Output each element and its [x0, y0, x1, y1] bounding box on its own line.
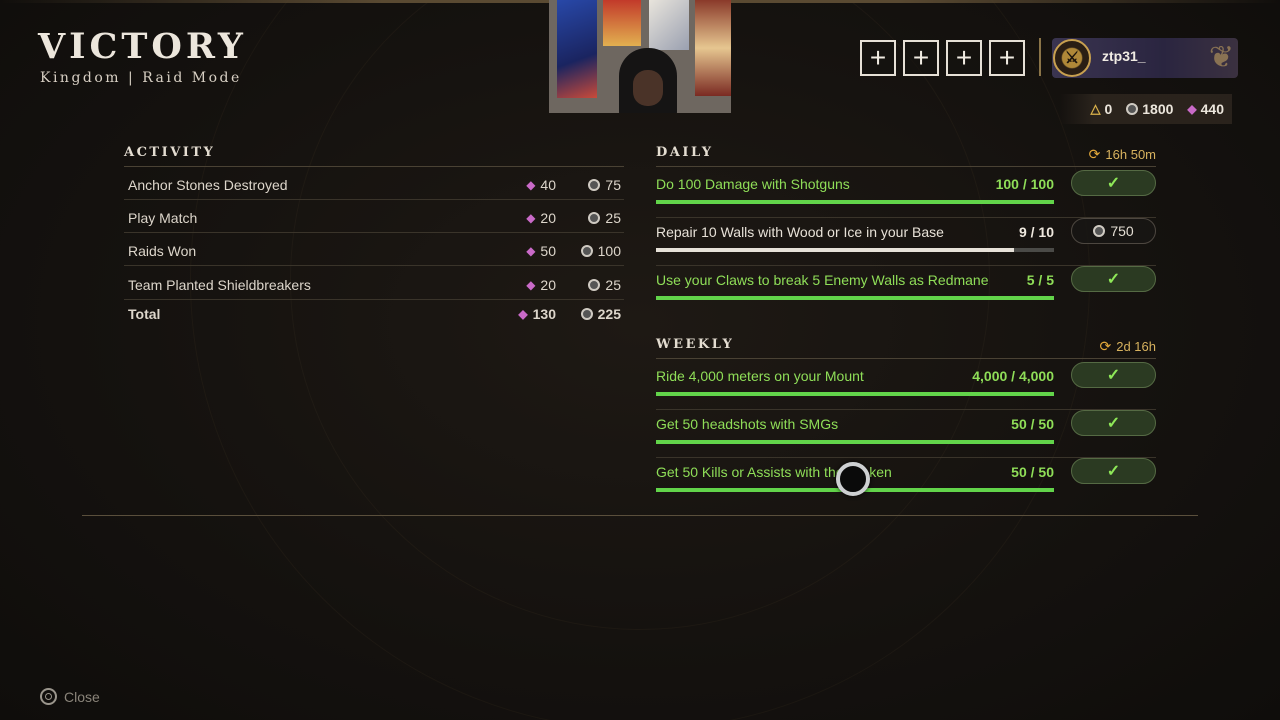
activity-total-row: Total ◆ 130 225: [124, 296, 624, 329]
activity-heading: ACTIVITY: [124, 145, 216, 160]
progress-bar: [656, 200, 1054, 204]
daily-timer-text: 16h 50m: [1105, 147, 1156, 162]
circle-button-icon: [40, 688, 57, 705]
daily-heading: DAILY: [656, 145, 714, 160]
refresh-icon: ⟳: [1099, 338, 1112, 354]
challenge-progress: 9 / 10: [1018, 224, 1054, 240]
gem-icon: ◆: [526, 278, 536, 292]
refresh-icon: ⟳: [1088, 146, 1101, 162]
challenge-label: Do 100 Damage with Shotguns: [656, 176, 850, 192]
challenge-row: Get 50 Kills or Assists with the Kraken …: [656, 458, 1156, 506]
invite-slot-button[interactable]: +: [860, 40, 896, 76]
currency-bar: △ 0 1800 ◆ 440: [1060, 94, 1232, 124]
gem-icon: ◆: [526, 244, 536, 258]
challenge-label: Repair 10 Walls with Wood or Ice in your…: [656, 224, 944, 240]
activity-coins: 25: [605, 277, 621, 293]
page-subtitle: Kingdom | Raid Mode: [40, 70, 242, 86]
gem-icon: ◆: [1187, 102, 1197, 116]
progress-bar: [656, 248, 1054, 252]
challenge-row: Repair 10 Walls with Wood or Ice in your…: [656, 218, 1156, 266]
activity-row: Raids Won ◆ 50 100: [124, 233, 624, 266]
triangle-currency-icon: △: [1090, 101, 1101, 116]
invite-slot-button[interactable]: +: [903, 40, 939, 76]
claimed-check-icon[interactable]: ✓: [1071, 170, 1156, 196]
challenge-row: Do 100 Damage with Shotguns 100 / 100 ✓: [656, 170, 1156, 218]
claimed-check-icon[interactable]: ✓: [1071, 266, 1156, 292]
challenge-row: Use your Claws to break 5 Enemy Walls as…: [656, 266, 1156, 314]
divider: [82, 515, 1198, 516]
activity-row: Anchor Stones Destroyed ◆ 40 75: [124, 167, 624, 200]
party-slots: + + + +: [860, 40, 1025, 76]
total-gems: 130: [532, 306, 556, 322]
reward-badge[interactable]: 750: [1071, 218, 1156, 244]
progress-bar: [656, 296, 1054, 300]
close-button[interactable]: Close: [40, 688, 100, 705]
invite-slot-button[interactable]: +: [989, 40, 1025, 76]
username: ztp31_: [1102, 48, 1146, 64]
challenge-label: Use your Claws to break 5 Enemy Walls as…: [656, 272, 989, 288]
challenge-progress: 4,000 / 4,000: [972, 368, 1054, 384]
activity-coins: 25: [605, 210, 621, 226]
triangle-currency-amount: 0: [1104, 101, 1113, 117]
challenge-row: Ride 4,000 meters on your Mount 4,000 / …: [656, 362, 1156, 410]
invite-slot-button[interactable]: +: [946, 40, 982, 76]
activity-name: Play Match: [128, 210, 198, 226]
total-coins: 225: [597, 306, 621, 322]
challenge-progress: 5 / 5: [1026, 272, 1054, 288]
challenge-label: Ride 4,000 meters on your Mount: [656, 368, 864, 384]
controller-cursor: [836, 462, 870, 496]
coin-amount: 1800: [1142, 101, 1174, 117]
spartan-helmet-icon: ⚔: [1053, 39, 1091, 77]
activity-gems: 20: [540, 210, 556, 226]
activity-gems: 20: [540, 277, 556, 293]
webcam-overlay: [549, 0, 731, 113]
coin-icon: [580, 308, 593, 320]
progress-bar: [656, 440, 1054, 444]
coin-icon: [588, 279, 601, 291]
close-label: Close: [64, 688, 100, 705]
gem-icon: ◆: [526, 178, 536, 192]
claimed-check-icon[interactable]: ✓: [1071, 410, 1156, 436]
gem-icon: ◆: [518, 307, 528, 321]
activity-gems: 50: [540, 243, 556, 259]
activity-name: Anchor Stones Destroyed: [128, 177, 288, 193]
claimed-check-icon[interactable]: ✓: [1071, 458, 1156, 484]
page-title: VICTORY: [38, 26, 247, 67]
total-label: Total: [128, 306, 161, 322]
challenge-progress: 50 / 50: [1011, 464, 1054, 480]
gem-icon: ◆: [526, 211, 536, 225]
coin-icon: [588, 212, 601, 224]
coin-icon: [580, 245, 593, 257]
activity-row: Play Match ◆ 20 25: [124, 200, 624, 233]
coin-icon: [1093, 225, 1106, 237]
progress-bar: [656, 392, 1054, 396]
challenge-progress: 100 / 100: [995, 176, 1054, 192]
claimed-check-icon[interactable]: ✓: [1071, 362, 1156, 388]
gem-amount: 440: [1200, 101, 1224, 117]
challenge-label: Get 50 headshots with SMGs: [656, 416, 839, 432]
laurel-icon: ❦: [1208, 41, 1234, 74]
challenge-progress: 50 / 50: [1011, 416, 1054, 432]
divider: [656, 358, 1156, 359]
weekly-timer: ⟳ 2d 16h: [1100, 338, 1157, 355]
challenge-row: Get 50 headshots with SMGs 50 / 50 ✓: [656, 410, 1156, 458]
weekly-heading: WEEKLY: [656, 337, 735, 352]
coin-icon: [588, 179, 601, 191]
daily-timer: ⟳ 16h 50m: [1089, 146, 1156, 163]
divider: [1039, 38, 1041, 76]
weekly-timer-text: 2d 16h: [1116, 339, 1156, 354]
activity-coins: 75: [605, 177, 621, 193]
coin-icon: [1126, 103, 1139, 115]
divider: [656, 166, 1156, 167]
activity-gems: 40: [540, 177, 556, 193]
activity-name: Team Planted Shieldbreakers: [128, 277, 311, 293]
activity-name: Raids Won: [128, 243, 197, 259]
reward-amount: 750: [1110, 223, 1134, 239]
activity-coins: 100: [597, 243, 621, 259]
